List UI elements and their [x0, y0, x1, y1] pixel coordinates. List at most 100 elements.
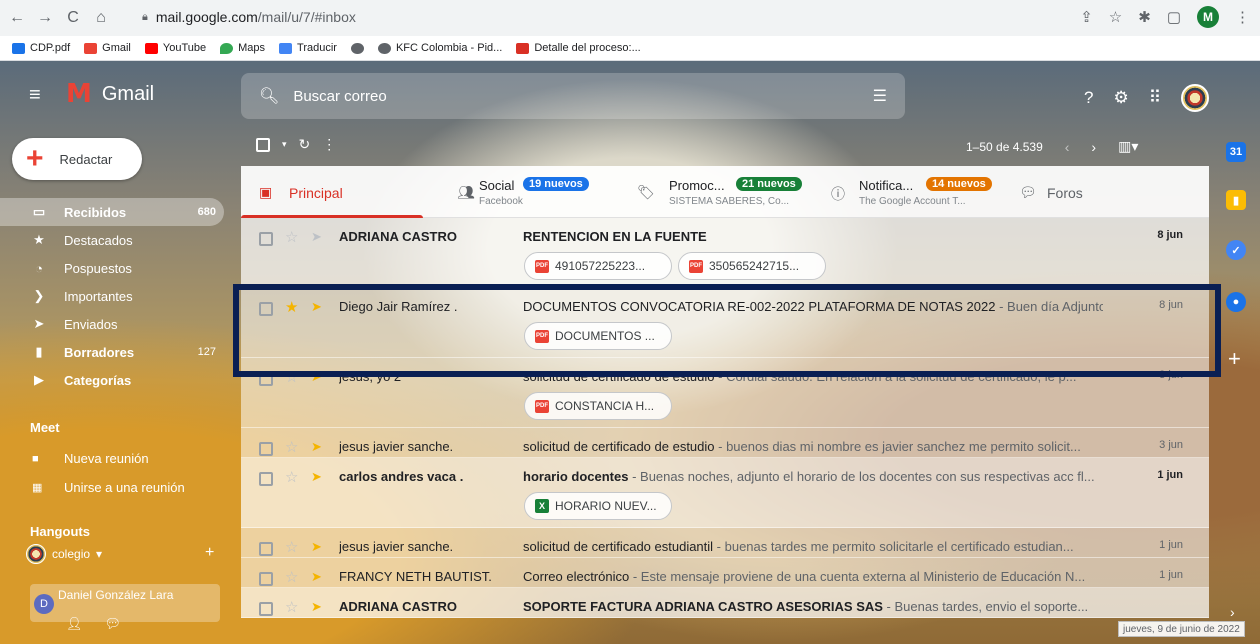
meet-section-title: Meet — [30, 420, 60, 435]
bookmark-item[interactable]: Traducir — [279, 42, 337, 54]
tab-forums[interactable]: 💬︎ Foros — [1001, 166, 1161, 218]
sidebar-item-sent[interactable]: ➤ Enviados — [0, 310, 224, 338]
email-row[interactable]: ☆ ➤ FRANCY NETH BAUTIST. Correo electrónico… — [241, 558, 1209, 588]
email-row[interactable]: ☆ ➤ ADRIANA CASTRO SOPORTE FACTURA ADRIANA … — [241, 588, 1209, 618]
email-subject-line: solicitud de certificado estudiantil - b… — [523, 539, 1103, 554]
sidebar-item-starred[interactable]: ★ Destacados — [0, 226, 224, 254]
row-checkbox[interactable] — [259, 472, 273, 486]
email-row[interactable]: ☆ ➤ jesus javier sanche. solicitud de certi… — [241, 428, 1209, 458]
forward-icon[interactable]: → — [34, 9, 56, 27]
select-all-checkbox[interactable] — [256, 137, 270, 152]
gmail-logo[interactable]: M Gmail — [66, 81, 154, 107]
sidebar-item-snoozed[interactable]: ◔ Pospuestos — [0, 254, 224, 282]
hangouts-user[interactable]: colegio ▾ — [26, 544, 102, 564]
tab-updates[interactable]: ⓘ Notifica... 14 nuevos The Google Accou… — [813, 166, 1003, 218]
contacts-app-icon[interactable]: ● — [1226, 292, 1246, 312]
keep-icon[interactable]: ▮ — [1226, 190, 1246, 210]
new-count-badge: 21 nuevos — [736, 177, 802, 191]
row-checkbox[interactable] — [259, 442, 273, 456]
email-subject-line: SOPORTE FACTURA ADRIANA CASTRO ASESORIAS… — [523, 599, 1103, 614]
help-icon[interactable]: ? — [1084, 88, 1093, 108]
contact-avatar: D — [34, 594, 54, 614]
bookmark-item[interactable] — [350, 42, 364, 54]
attachment-chip[interactable]: PDF 350565242715... — [678, 252, 826, 280]
back-icon[interactable]: ← — [6, 9, 28, 27]
row-checkbox[interactable] — [259, 542, 273, 556]
star-icon[interactable]: ☆ — [285, 438, 298, 456]
next-page-icon[interactable]: › — [1091, 139, 1096, 155]
more-options-icon[interactable]: ⋮ — [322, 136, 336, 153]
sidebar-item-important[interactable]: ❯ Importantes — [0, 282, 224, 310]
star-icon[interactable]: ☆ — [285, 538, 298, 556]
important-marker-icon[interactable]: ➤ — [311, 469, 322, 485]
new-count-badge: 14 nuevos — [926, 177, 992, 191]
important-marker-icon[interactable]: ➤ — [311, 229, 322, 245]
bookmark-star-icon[interactable]: ☆ — [1109, 8, 1122, 26]
bookmark-item[interactable]: Gmail — [84, 42, 131, 54]
bookmark-item[interactable]: CDP.pdf — [12, 42, 70, 54]
bookmark-item[interactable]: Detalle del proceso:... — [516, 42, 641, 54]
important-marker-icon[interactable]: ➤ — [311, 569, 322, 585]
email-row[interactable]: ☆ ➤ ADRIANA CASTRO RENTENCION EN LA FUENTE 8… — [241, 218, 1209, 288]
sidebar-item-drafts[interactable]: ▮ Borradores 127 — [0, 338, 224, 366]
select-dropdown-icon[interactable]: ▾ — [282, 139, 287, 150]
search-bar[interactable]: 🔍︎ Buscar correo ☰ — [241, 73, 905, 119]
account-avatar[interactable] — [1181, 84, 1210, 112]
calendar-icon[interactable]: 31 — [1226, 142, 1246, 162]
star-icon[interactable]: ☆ — [285, 228, 298, 246]
reload-icon[interactable]: C — [62, 9, 84, 27]
star-icon[interactable]: ☆ — [285, 468, 298, 486]
expand-panel-icon[interactable]: › — [1230, 604, 1235, 620]
join-meeting-link[interactable]: ▦ Unirse a una reunión — [32, 480, 185, 495]
compose-button[interactable]: + Redactar — [12, 138, 142, 180]
star-icon[interactable]: ☆ — [285, 598, 298, 616]
settings-gear-icon[interactable]: ⚙ — [1113, 88, 1128, 108]
row-checkbox[interactable] — [259, 602, 273, 616]
search-options-icon[interactable]: ☰ — [873, 86, 887, 106]
address-bar[interactable]: 🔒︎ mail.google.com/mail/u/7/#inbox — [142, 9, 356, 25]
hangouts-contact[interactable]: D Daniel González Lara — [30, 584, 220, 622]
bookmark-item[interactable]: YouTube — [144, 42, 206, 54]
add-chat-icon[interactable]: + — [205, 544, 214, 562]
sidebar-item-inbox[interactable]: ▭ Recibidos 680 — [0, 198, 224, 226]
email-sender: ADRIANA CASTRO — [339, 229, 457, 244]
attachment-chip[interactable]: PDF 491057225223... — [524, 252, 672, 280]
split-pane-icon[interactable]: ▥▾ — [1118, 138, 1138, 155]
tab-promotions[interactable]: 🏷︎ Promoc... 21 nuevos SISTEMA SABERES, … — [619, 166, 809, 218]
chat-bubble-icon[interactable]: 💬︎ — [105, 616, 122, 632]
share-icon[interactable]: ⇪ — [1080, 8, 1093, 26]
search-input[interactable]: Buscar correo — [293, 88, 386, 105]
add-addon-icon[interactable]: + — [1228, 346, 1241, 372]
apps-grid-icon[interactable]: ⠿ — [1149, 88, 1161, 108]
refresh-icon[interactable]: ↻ — [299, 136, 311, 153]
important-marker-icon[interactable]: ➤ — [311, 599, 322, 615]
email-subject-line: RENTENCION EN LA FUENTE — [523, 229, 1103, 244]
profile-avatar[interactable]: M — [1197, 6, 1219, 28]
previous-page-icon[interactable]: ‹ — [1065, 139, 1070, 155]
attachment-name: 491057225223... — [555, 259, 646, 273]
attachment-chip[interactable]: PDF CONSTANCIA H... — [524, 392, 672, 420]
tasks-icon[interactable]: ✓ — [1226, 240, 1246, 260]
browser-menu-icon[interactable]: ⋮ — [1235, 8, 1250, 26]
tab-social[interactable]: 👥︎ Social 19 nuevos Facebook — [439, 166, 619, 218]
email-row[interactable]: ☆ ➤ carlos andres vaca . horario docentes -… — [241, 458, 1209, 528]
tab-principal[interactable]: ▣ Principal — [241, 166, 423, 218]
star-icon[interactable]: ☆ — [285, 568, 298, 586]
email-row[interactable]: ☆ ➤ jesus javier sanche. solicitud de certi… — [241, 528, 1209, 558]
attachment-chip[interactable]: X HORARIO NUEV... — [524, 492, 672, 520]
sidebar-item-categories[interactable]: ▶ Categorías — [0, 366, 224, 394]
new-meeting-link[interactable]: ■ Nueva reunión — [32, 451, 149, 466]
search-icon[interactable]: 🔍︎ — [259, 86, 279, 106]
extensions-icon[interactable]: ✱ — [1138, 8, 1151, 26]
important-marker-icon[interactable]: ➤ — [311, 439, 322, 455]
important-marker-icon[interactable]: ➤ — [311, 539, 322, 555]
main-menu-icon[interactable]: ≡ — [29, 84, 41, 107]
bookmark-item[interactable]: Maps — [220, 42, 265, 54]
home-icon[interactable]: ⌂ — [90, 9, 112, 27]
contacts-icon[interactable]: 👤︎ — [66, 616, 83, 632]
email-subject: SOPORTE FACTURA ADRIANA CASTRO ASESORIAS… — [523, 599, 883, 614]
sidepanel-icon[interactable]: ▢ — [1167, 8, 1181, 26]
row-checkbox[interactable] — [259, 572, 273, 586]
bookmark-item[interactable]: KFC Colombia - Pid... — [377, 42, 502, 54]
row-checkbox[interactable] — [259, 232, 273, 246]
